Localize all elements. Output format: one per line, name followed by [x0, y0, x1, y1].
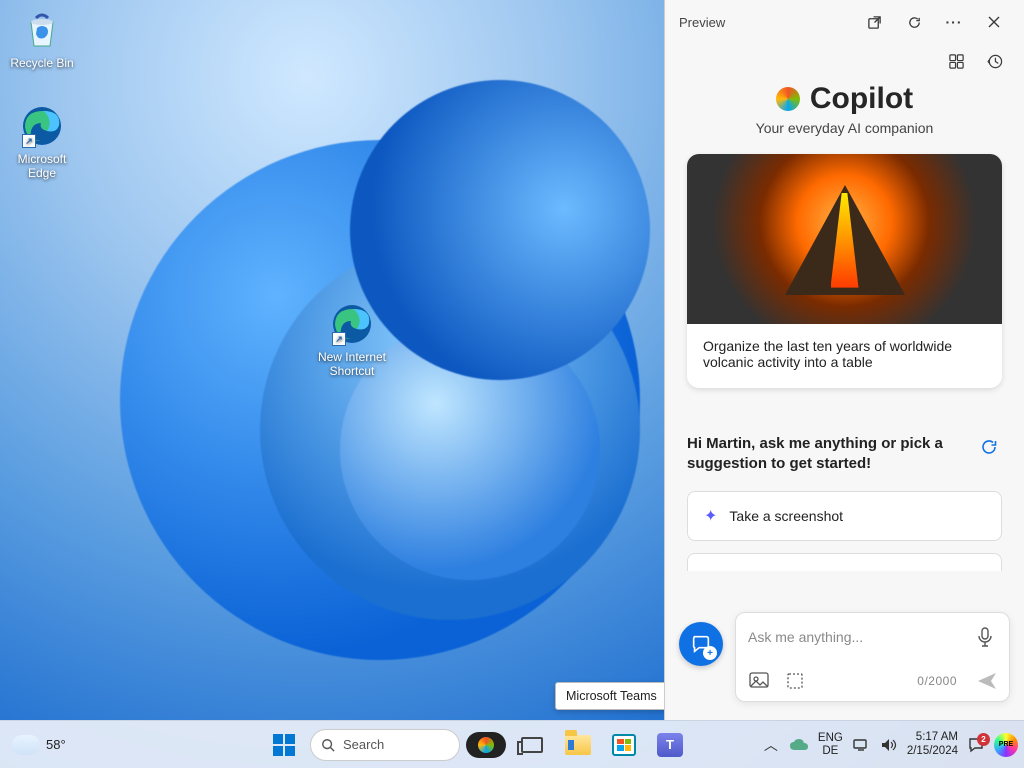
more-icon[interactable]: ··· [938, 6, 970, 38]
desktop-icon-label: Recycle Bin [10, 56, 73, 70]
copilot-panel: Preview ··· Copilot Your everyday AI com… [664, 0, 1024, 720]
suggestion-label: Take a screenshot [729, 508, 843, 524]
shortcut-overlay-icon: ↗ [22, 134, 36, 148]
plus-overlay-icon: + [703, 646, 717, 660]
notification-badge: 2 [977, 733, 990, 746]
language-indicator[interactable]: ENG DE [818, 732, 843, 757]
history-icon[interactable] [978, 45, 1010, 77]
volcano-graphic [785, 185, 905, 295]
desktop-icon-label: New Internet Shortcut [314, 350, 390, 379]
sparkle-icon: ✦ [704, 506, 717, 526]
plugins-icon[interactable] [940, 45, 972, 77]
teams-initial: T [666, 737, 674, 752]
copilot-window-label: Preview [679, 15, 725, 30]
suggestion-chip[interactable]: ✦ Take a screenshot [687, 491, 1002, 541]
crop-icon[interactable] [784, 671, 806, 691]
network-icon[interactable] [851, 738, 871, 752]
suggestion-card[interactable]: Organize the last ten years of worldwide… [687, 154, 1002, 388]
copilot-greeting: Hi Martin, ask me anything or pick a sug… [687, 434, 966, 475]
desktop[interactable]: Recycle Bin ↗ Microsoft Edge ↗ New Inter… [0, 0, 1024, 768]
copilot-subtitle: Your everyday AI companion [685, 120, 1004, 136]
copilot-header: Copilot Your everyday AI companion [665, 78, 1024, 150]
copilot-pill-icon [466, 732, 506, 758]
close-icon[interactable] [978, 6, 1010, 38]
start-button[interactable] [264, 725, 304, 765]
taskbar-store-button[interactable] [604, 725, 644, 765]
new-topic-button[interactable]: + [679, 622, 723, 666]
volume-icon[interactable] [879, 738, 899, 752]
shortcut-overlay-icon: ↗ [332, 332, 346, 346]
suggestion-card-image [687, 154, 1002, 324]
image-attach-icon[interactable] [748, 671, 770, 691]
weather-temp: 58° [46, 737, 66, 752]
desktop-icon-edge[interactable]: ↗ Microsoft Edge [4, 104, 80, 181]
taskbar-center: Search T [200, 725, 754, 765]
suggestion-card-text: Organize the last ten years of worldwide… [687, 324, 1002, 388]
file-explorer-icon [565, 735, 591, 755]
pre-label: PRE [999, 741, 1013, 748]
compose-input[interactable] [748, 629, 973, 645]
taskbar: 58° Search T [0, 720, 1024, 768]
tray-overflow-icon[interactable]: ︿ [762, 735, 780, 755]
desktop-icon-label: Microsoft Edge [4, 152, 80, 181]
taskbar-explorer-button[interactable] [558, 725, 598, 765]
taskbar-clock[interactable]: 5:17 AM 2/15/2024 [907, 731, 958, 757]
teams-icon: T [657, 733, 683, 757]
ms-store-icon [612, 734, 636, 756]
char-counter: 0/2000 [917, 674, 957, 688]
notifications-icon[interactable]: 2 [966, 737, 986, 753]
insider-pre-icon[interactable]: PRE [994, 733, 1018, 757]
task-view-button[interactable] [512, 725, 552, 765]
edge-icon: ↗ [330, 302, 374, 346]
taskbar-widgets[interactable]: 58° [0, 735, 200, 755]
lang-primary: ENG [818, 732, 843, 745]
recycle-bin-icon [20, 8, 64, 52]
compose-area: + 0/2000 [665, 612, 1024, 720]
weather-icon [12, 735, 40, 755]
clock-time: 5:17 AM [907, 731, 958, 744]
copilot-title: Copilot [810, 82, 913, 116]
open-external-icon[interactable] [858, 6, 890, 38]
taskbar-copilot-button[interactable] [466, 725, 506, 765]
search-icon [321, 738, 335, 752]
suggestion-chip-partial[interactable] [687, 553, 1002, 571]
desktop-icon-recycle-bin[interactable]: Recycle Bin [4, 8, 80, 70]
clock-date: 2/15/2024 [907, 745, 958, 758]
copilot-toolbar [665, 44, 1024, 78]
compose-box: 0/2000 [735, 612, 1010, 702]
refresh-suggestions-icon[interactable] [976, 434, 1002, 460]
microphone-icon[interactable] [973, 623, 997, 651]
refresh-icon[interactable] [898, 6, 930, 38]
task-view-icon [521, 737, 543, 753]
lang-secondary: DE [818, 745, 843, 758]
windows-logo-icon [273, 734, 295, 756]
taskbar-tooltip: Microsoft Teams [555, 682, 668, 710]
taskbar-search[interactable]: Search [310, 729, 460, 761]
copilot-titlebar: Preview ··· [665, 0, 1024, 44]
copilot-logo-icon [776, 87, 800, 111]
desktop-icon-new-shortcut[interactable]: ↗ New Internet Shortcut [314, 302, 390, 379]
onedrive-icon[interactable] [788, 739, 810, 751]
send-icon[interactable] [971, 672, 997, 690]
edge-icon: ↗ [20, 104, 64, 148]
search-label: Search [343, 737, 384, 752]
taskbar-teams-button[interactable]: T [650, 725, 690, 765]
taskbar-systray: ︿ ENG DE 5:17 AM 2/15/2024 2 PRE [754, 731, 1024, 757]
